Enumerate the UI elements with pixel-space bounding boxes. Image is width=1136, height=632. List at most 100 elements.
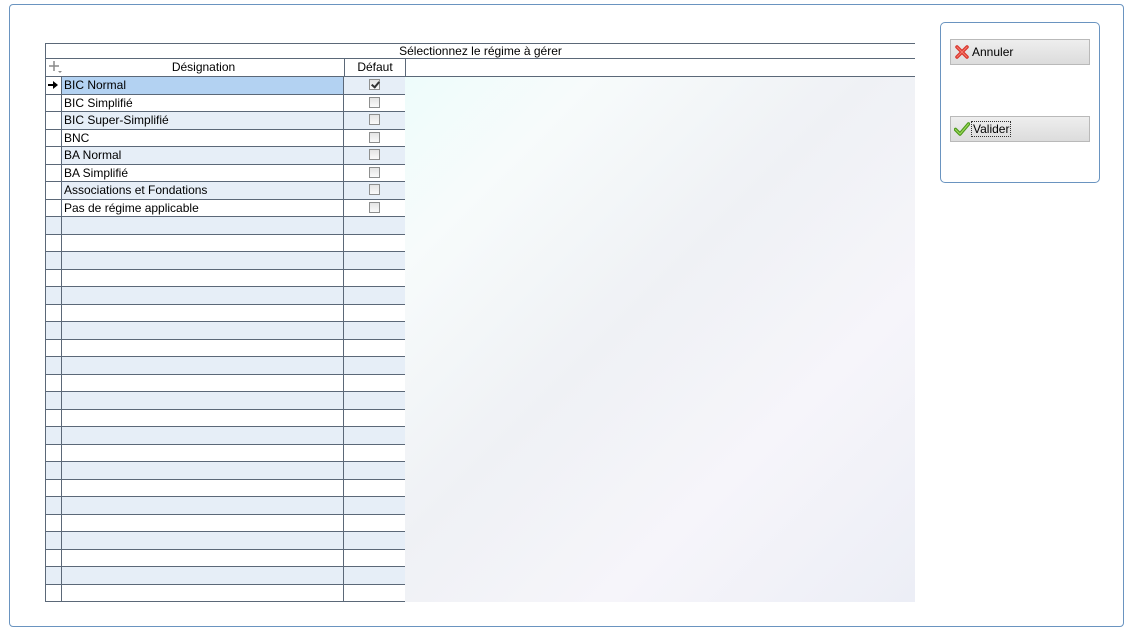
row-selector[interactable] <box>45 94 62 112</box>
add-column-icon[interactable] <box>46 59 63 76</box>
empty-table-row[interactable] <box>45 252 405 270</box>
empty-table-row[interactable] <box>45 514 405 532</box>
row-selector[interactable] <box>45 269 62 287</box>
empty-table-row[interactable] <box>45 374 405 392</box>
designation-cell[interactable] <box>62 339 344 357</box>
table-row[interactable]: BNC <box>45 129 405 147</box>
default-checkbox[interactable] <box>369 79 380 90</box>
table-row[interactable]: BA Normal <box>45 147 405 165</box>
default-cell[interactable] <box>344 77 405 95</box>
column-header-default[interactable]: Défaut <box>345 59 406 76</box>
row-selector[interactable] <box>45 339 62 357</box>
default-cell[interactable] <box>344 112 405 130</box>
default-checkbox[interactable] <box>369 184 380 195</box>
row-selector[interactable] <box>45 77 62 95</box>
empty-table-row[interactable] <box>45 462 405 480</box>
designation-cell[interactable] <box>62 357 344 375</box>
row-selector[interactable] <box>45 427 62 445</box>
empty-table-row[interactable] <box>45 549 405 567</box>
designation-cell[interactable]: BIC Simplifié <box>62 94 344 112</box>
default-checkbox[interactable] <box>369 96 380 108</box>
designation-cell[interactable]: BIC Normal <box>62 77 344 95</box>
designation-cell[interactable] <box>62 532 344 550</box>
empty-table-row[interactable] <box>45 392 405 410</box>
default-checkbox[interactable] <box>369 149 380 160</box>
row-selector[interactable] <box>45 322 62 340</box>
row-selector[interactable] <box>45 479 62 497</box>
row-selector[interactable] <box>45 147 62 165</box>
empty-table-row[interactable] <box>45 409 405 427</box>
table-row[interactable]: Associations et Fondations <box>45 182 405 200</box>
empty-table-row[interactable] <box>45 444 405 462</box>
designation-cell[interactable] <box>62 462 344 480</box>
row-selector[interactable] <box>45 374 62 392</box>
default-checkbox[interactable] <box>369 131 380 143</box>
empty-table-row[interactable] <box>45 304 405 322</box>
designation-cell[interactable]: BA Normal <box>62 147 344 165</box>
empty-table-row[interactable] <box>45 234 405 252</box>
row-selector[interactable] <box>45 164 62 182</box>
designation-cell[interactable] <box>62 567 344 585</box>
row-selector[interactable] <box>45 112 62 130</box>
table-row[interactable]: BIC Simplifié <box>45 94 405 112</box>
row-selector[interactable] <box>45 497 62 515</box>
designation-cell[interactable] <box>62 479 344 497</box>
designation-cell[interactable] <box>62 497 344 515</box>
row-selector[interactable] <box>45 549 62 567</box>
designation-cell[interactable] <box>62 287 344 305</box>
default-cell[interactable] <box>344 165 405 182</box>
empty-table-row[interactable] <box>45 322 405 340</box>
row-selector[interactable] <box>45 287 62 305</box>
empty-table-row[interactable] <box>45 287 405 305</box>
designation-cell[interactable] <box>62 409 344 427</box>
designation-cell[interactable] <box>62 252 344 270</box>
row-selector[interactable] <box>45 199 62 217</box>
row-selector[interactable] <box>45 444 62 462</box>
table-row[interactable]: Pas de régime applicable <box>45 199 405 217</box>
designation-cell[interactable] <box>62 234 344 252</box>
row-selector[interactable] <box>45 234 62 252</box>
designation-cell[interactable]: BNC <box>62 129 344 147</box>
empty-table-row[interactable] <box>45 339 405 357</box>
row-selector[interactable] <box>45 514 62 532</box>
default-cell[interactable] <box>344 200 405 217</box>
row-selector[interactable] <box>45 567 62 585</box>
empty-table-row[interactable] <box>45 479 405 497</box>
row-selector[interactable] <box>45 182 62 200</box>
default-checkbox[interactable] <box>369 201 380 213</box>
empty-table-row[interactable] <box>45 217 405 235</box>
empty-table-row[interactable] <box>45 497 405 515</box>
empty-table-row[interactable] <box>45 532 405 550</box>
designation-cell[interactable] <box>62 427 344 445</box>
row-selector[interactable] <box>45 532 62 550</box>
column-header-designation[interactable]: Désignation <box>63 59 345 76</box>
empty-table-row[interactable] <box>45 584 405 602</box>
designation-cell[interactable]: BIC Super-Simplifié <box>62 112 344 130</box>
validate-button[interactable]: Valider <box>950 116 1090 142</box>
table-row[interactable]: BIC Super-Simplifié <box>45 112 405 130</box>
row-selector[interactable] <box>45 129 62 147</box>
designation-cell[interactable] <box>62 217 344 235</box>
default-checkbox[interactable] <box>369 166 380 178</box>
empty-table-row[interactable] <box>45 357 405 375</box>
empty-table-row[interactable] <box>45 567 405 585</box>
row-selector[interactable] <box>45 217 62 235</box>
designation-cell[interactable] <box>62 269 344 287</box>
cancel-button[interactable]: Annuler <box>950 39 1090 65</box>
row-selector[interactable] <box>45 409 62 427</box>
designation-cell[interactable] <box>62 514 344 532</box>
designation-cell[interactable] <box>62 322 344 340</box>
default-cell[interactable] <box>344 95 405 112</box>
empty-table-row[interactable] <box>45 427 405 445</box>
default-cell[interactable] <box>344 147 405 165</box>
row-selector[interactable] <box>45 357 62 375</box>
row-selector[interactable] <box>45 462 62 480</box>
table-row[interactable]: BA Simplifié <box>45 164 405 182</box>
row-selector[interactable] <box>45 304 62 322</box>
row-selector[interactable] <box>45 584 62 602</box>
row-selector[interactable] <box>45 392 62 410</box>
designation-cell[interactable]: BA Simplifié <box>62 164 344 182</box>
designation-cell[interactable] <box>62 584 344 602</box>
designation-cell[interactable] <box>62 304 344 322</box>
designation-cell[interactable] <box>62 549 344 567</box>
